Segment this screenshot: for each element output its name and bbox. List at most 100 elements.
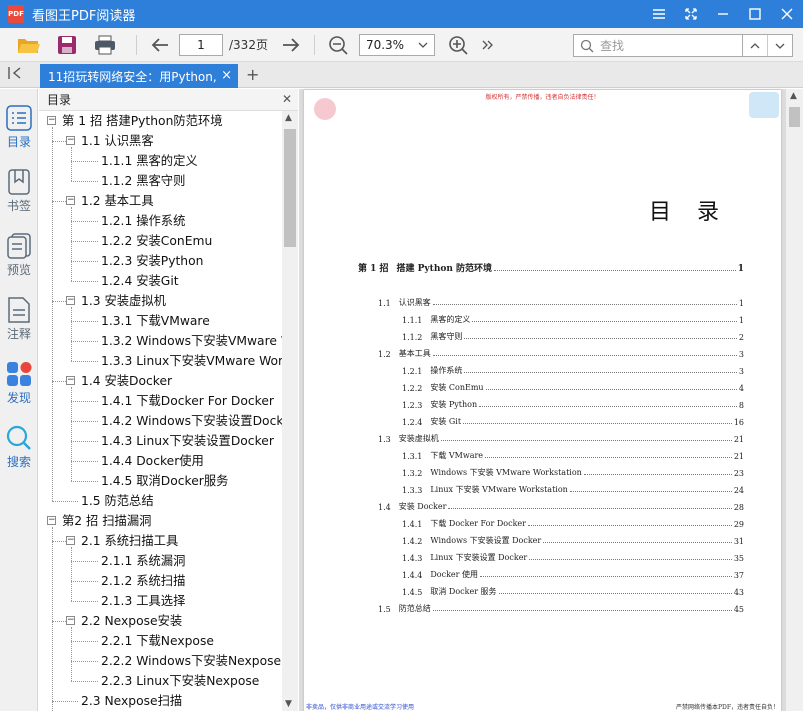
page-toc-entry[interactable]: 1.5 防范总结 45 xyxy=(378,600,744,614)
toc-item[interactable]: 2.1.2 系统扫描 xyxy=(101,571,185,591)
close-tab-icon[interactable]: × xyxy=(221,68,232,83)
page-toc-entry[interactable]: 1.2.4 安装 Git 16 xyxy=(402,413,744,427)
toc-item[interactable]: 2.2.3 Linux下安装Nexpose xyxy=(101,671,259,691)
toc-item[interactable]: 1.4.1 下载Docker For Docker xyxy=(101,391,274,411)
page-number-input[interactable]: 1 xyxy=(179,33,223,56)
toc-item[interactable]: 2.1 系统扫描工具 xyxy=(81,531,178,551)
page-toc-entry[interactable]: 1.1.1 黑客的定义 1 xyxy=(402,311,744,325)
toc-item[interactable]: 1.1.2 黑客守则 xyxy=(101,171,185,191)
collapse-toggle-icon[interactable]: − xyxy=(66,616,75,625)
page-toc-page: 31 xyxy=(733,537,744,546)
zoom-select[interactable]: 70.3% xyxy=(358,33,435,56)
page-toc-entry[interactable]: 1.2.2 安装 ConEmu 4 xyxy=(402,379,744,393)
page-toc-entry[interactable]: 1.1 认识黑客 1 xyxy=(378,294,744,308)
page-toc-entry[interactable]: 1.3.3 Linux 下安装 VMware Workstation 24 xyxy=(402,481,744,495)
toc-item[interactable]: 1.2.2 安装ConEmu xyxy=(101,231,212,251)
scroll-down-icon[interactable]: ▼ xyxy=(285,699,292,709)
minimize-button[interactable] xyxy=(707,0,739,28)
collapse-toggle-icon[interactable]: − xyxy=(66,196,75,205)
page-toc-entry[interactable]: 1.3.2 Windows 下安装 VMware Workstation 23 xyxy=(402,464,744,478)
collapse-toggle-icon[interactable]: − xyxy=(66,376,75,385)
toc-item[interactable]: 1.3.3 Linux下安装VMware Workstation xyxy=(101,351,282,371)
toc-item[interactable]: 2.2 Nexpose安装 xyxy=(81,611,182,631)
toc-item[interactable]: 1.3.2 Windows下安装VMware Workstation xyxy=(101,331,282,351)
sidebar-item-preview[interactable]: 预览 xyxy=(0,233,38,293)
toc-item[interactable]: 1.1 认识黑客 xyxy=(81,131,154,151)
page-toc-entry[interactable]: 1.2.1 操作系统 3 xyxy=(402,362,744,376)
save-icon[interactable] xyxy=(52,31,82,59)
sidebar-item-toc[interactable]: 目录 xyxy=(0,105,38,165)
zoom-in-icon[interactable] xyxy=(443,31,473,59)
page-toc-entry[interactable]: 1.4.4 Docker 使用 37 xyxy=(402,566,744,580)
page-toc-entry[interactable]: 1.4.1 下载 Docker For Docker 29 xyxy=(402,515,744,529)
search-input[interactable]: 查找 xyxy=(573,34,743,57)
page-toc-entry[interactable]: 1.4.2 Windows 下安装设置 Docker 31 xyxy=(402,532,744,546)
sidebar-item-search[interactable]: 搜索 xyxy=(0,425,38,485)
toc-item[interactable]: 第2 招 扫描漏洞 xyxy=(62,511,151,531)
chevron-down-icon xyxy=(775,43,785,49)
page-toc-entry[interactable]: 1.3 安装虚拟机 21 xyxy=(378,430,744,444)
close-button[interactable] xyxy=(771,0,803,28)
toc-item[interactable]: 1.4 安装Docker xyxy=(81,371,172,391)
menu-icon[interactable] xyxy=(643,0,675,28)
toc-item[interactable]: 1.2.3 安装Python xyxy=(101,251,203,271)
new-tab-button[interactable]: + xyxy=(246,65,259,84)
page-toc-entry[interactable]: 1.1.2 黑客守则 2 xyxy=(402,328,744,342)
sidebar-item-discover[interactable]: 发现 xyxy=(0,361,38,421)
toc-item[interactable]: 2.1.1 系统漏洞 xyxy=(101,551,185,571)
toc-item[interactable]: 1.1.1 黑客的定义 xyxy=(101,151,198,171)
dot-leader xyxy=(485,457,732,458)
page-toc-entry[interactable]: 1.3.1 下载 VMware 21 xyxy=(402,447,744,461)
document-tab[interactable]: 11招玩转网络安全：用Python, × xyxy=(40,64,238,88)
toc-item[interactable]: 2.2.1 下载Nexpose xyxy=(101,631,214,651)
collapse-sidebar-icon[interactable] xyxy=(8,67,22,83)
toc-item[interactable]: 1.2 基本工具 xyxy=(81,191,154,211)
next-page-icon[interactable] xyxy=(276,31,306,59)
toc-item[interactable]: 2.2.2 Windows下安装Nexpose xyxy=(101,651,281,671)
print-icon[interactable] xyxy=(90,31,120,59)
collapse-toggle-icon[interactable]: − xyxy=(66,536,75,545)
page-toc-number: 1.2.3 xyxy=(402,401,423,410)
page-toc-entry[interactable]: 1.4 安装 Docker 28 xyxy=(378,498,744,512)
toc-item[interactable]: 1.3 安装虚拟机 xyxy=(81,291,166,311)
collapse-toggle-icon[interactable]: − xyxy=(66,296,75,305)
collapse-toggle-icon[interactable]: − xyxy=(66,136,75,145)
scroll-up-icon[interactable]: ▲ xyxy=(790,91,797,101)
collapse-toggle-icon[interactable]: − xyxy=(47,516,56,525)
toc-item[interactable]: 1.5 防范总结 xyxy=(81,491,154,511)
toc-item[interactable]: 2.3 Nexpose扫描 xyxy=(81,691,182,711)
page-toc-page: 2 xyxy=(738,333,744,342)
search-prev-button[interactable] xyxy=(743,35,767,56)
zoom-out-icon[interactable] xyxy=(323,31,353,59)
maximize-button[interactable] xyxy=(739,0,771,28)
sidebar-item-bookmark[interactable]: 书签 xyxy=(0,169,38,229)
page-toc-entry[interactable]: 1.4.3 Linux 下安装设置 Docker 35 xyxy=(402,549,744,563)
open-folder-icon[interactable] xyxy=(14,31,44,59)
toc-item[interactable]: 1.2.4 安装Git xyxy=(101,271,179,291)
scroll-up-icon[interactable]: ▲ xyxy=(285,113,292,123)
document-scroll-thumb[interactable] xyxy=(789,107,800,127)
page-toc-entry[interactable]: 第 1 招搭建 Python 防范环境 1 xyxy=(358,260,744,274)
collapse-toggle-icon[interactable]: − xyxy=(47,116,56,125)
toc-item[interactable]: 第 1 招 搭建Python防范环境 xyxy=(62,111,223,131)
page-toc-entry[interactable]: 1.2 基本工具 3 xyxy=(378,345,744,359)
close-panel-icon[interactable]: ✕ xyxy=(282,92,292,106)
page-toc-entry[interactable]: 1.4.5 取消 Docker 服务 43 xyxy=(402,583,744,597)
more-tools-icon[interactable] xyxy=(473,31,503,59)
toc-item[interactable]: 1.2.1 操作系统 xyxy=(101,211,185,231)
toc-item[interactable]: 1.4.5 取消Docker服务 xyxy=(101,471,228,491)
toc-item[interactable]: 1.4.3 Linux下安装设置Docker xyxy=(101,431,274,451)
prev-page-icon[interactable] xyxy=(145,31,175,59)
pdf-page: 版权所有，严禁传播，违者自负法律责任！ 目录 非卖品，仅供非商业用途或交流学习使… xyxy=(304,90,781,711)
toc-item[interactable]: 1.3.1 下载VMware xyxy=(101,311,210,331)
toc-item[interactable]: 2.1.3 工具选择 xyxy=(101,591,185,611)
toc-item[interactable]: 1.4.4 Docker使用 xyxy=(101,451,204,471)
fullscreen-icon[interactable] xyxy=(675,0,707,28)
toc-item[interactable]: 1.4.2 Windows下安装设置Docker xyxy=(101,411,282,431)
toc-scrollbar[interactable]: ▲ ▼ xyxy=(282,111,298,711)
toc-scroll-thumb[interactable] xyxy=(284,129,296,247)
search-next-button[interactable] xyxy=(767,35,792,56)
sidebar-item-annotate[interactable]: 注释 xyxy=(0,297,38,357)
page-toc-entry[interactable]: 1.2.3 安装 Python 8 xyxy=(402,396,744,410)
document-scrollbar[interactable]: ▲ xyxy=(786,89,803,711)
